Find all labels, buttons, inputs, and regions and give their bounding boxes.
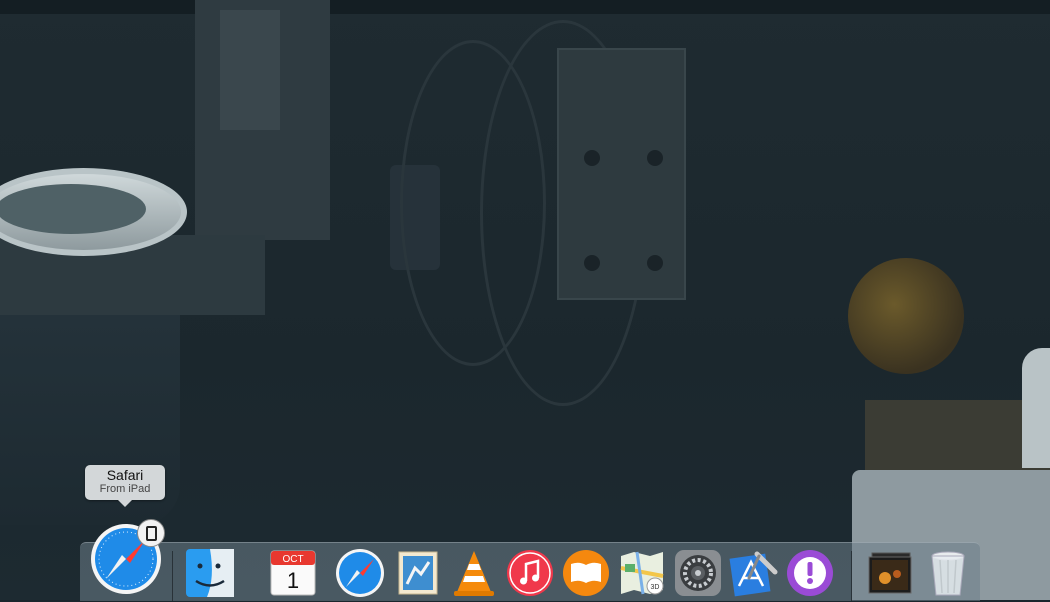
xcode-icon [729, 551, 778, 597]
dock-maps[interactable]: 3D [617, 548, 667, 598]
dock-calendar[interactable]: OCT 1 [268, 548, 318, 598]
desktop-wallpaper [0, 0, 1050, 600]
trash-icon [931, 551, 965, 596]
dock-itunes[interactable] [505, 548, 555, 598]
dock-ibooks[interactable] [561, 548, 611, 598]
dock-separator [851, 551, 852, 601]
dock-system-preferences[interactable] [673, 548, 723, 598]
itunes-icon [507, 550, 553, 596]
dock-vlc[interactable] [449, 548, 499, 598]
wallpaper-machine-arm-detail [220, 10, 280, 130]
dock-separator [172, 551, 173, 601]
svg-text:3D: 3D [651, 584, 660, 591]
dock-safari[interactable] [335, 548, 385, 598]
ibooks-icon [563, 550, 609, 596]
tooltip-title: Safari [106, 467, 144, 483]
calendar-icon: OCT 1 [270, 550, 316, 596]
wallpaper-top-bar [0, 0, 1050, 14]
ipad-icon [145, 525, 157, 541]
maps-icon: 3D [620, 551, 664, 595]
dock-xcode[interactable] [729, 548, 779, 598]
calendar-day: 1 [287, 568, 299, 593]
vlc-icon [454, 551, 494, 596]
dock-feedback-assistant[interactable] [785, 548, 835, 598]
dock-photo-stack[interactable] [865, 548, 915, 598]
dock-trash[interactable] [923, 548, 973, 598]
tooltip-subtitle: From iPad [99, 483, 151, 495]
system-preferences-icon [675, 550, 721, 596]
wallpaper-junction-box [557, 48, 686, 300]
finder-icon [186, 549, 234, 597]
wallpaper-cylinder [1022, 348, 1050, 468]
handoff-tooltip: Safari From iPad [85, 465, 165, 507]
mail-icon [398, 551, 438, 595]
photo-stack-icon [868, 552, 912, 594]
feedback-assistant-icon [787, 550, 833, 596]
safari-icon [336, 549, 384, 597]
ipad-badge [137, 519, 165, 547]
dock-finder[interactable] [185, 548, 235, 598]
dock-mail[interactable] [393, 548, 443, 598]
calendar-month: OCT [282, 554, 303, 565]
wallpaper-brass-gauge [848, 258, 964, 374]
